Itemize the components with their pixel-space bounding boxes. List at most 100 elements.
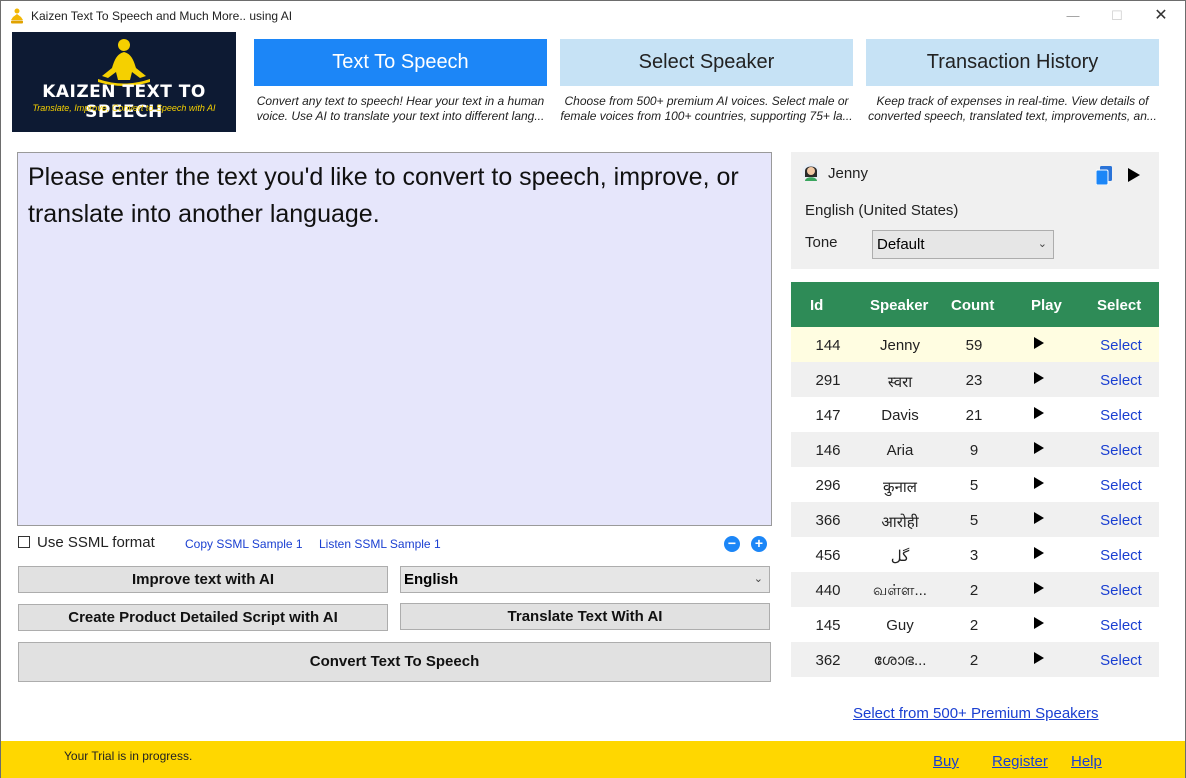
header-id: Id: [810, 297, 824, 314]
cell-count: 2: [969, 617, 979, 634]
cell-speaker: Davis: [881, 407, 919, 424]
cell-count: 21: [965, 407, 983, 424]
cell-id: 296: [815, 477, 841, 494]
select-link[interactable]: Select: [1091, 372, 1151, 389]
cell-speaker: आरोही: [881, 514, 919, 531]
select-link[interactable]: Select: [1091, 512, 1151, 529]
play-icon[interactable]: [1034, 337, 1048, 349]
cell-speaker: कुनाल: [883, 479, 917, 496]
play-icon[interactable]: [1034, 652, 1048, 664]
play-icon[interactable]: [1034, 547, 1048, 559]
tone-select[interactable]: Default ⌄: [872, 230, 1054, 259]
cell-count: 5: [969, 477, 979, 494]
tab-description-line: Choose from 500+ premium AI voices. Sele…: [564, 94, 849, 108]
table-row[interactable]: 291 स्वरा 23 Select: [791, 362, 1159, 397]
select-link[interactable]: Select: [1091, 442, 1151, 459]
ssml-label: Use SSML format: [37, 534, 155, 551]
app-logo: KAIZEN TEXT TO SPEECH Translate, Improve…: [12, 32, 236, 132]
cell-id: 146: [815, 442, 841, 459]
convert-text-button[interactable]: Convert Text To Speech: [18, 642, 771, 682]
play-icon[interactable]: [1127, 167, 1141, 183]
language-select[interactable]: English ⌄: [400, 566, 770, 593]
status-bar: Your Trial is in progress. Buy Register …: [1, 741, 1185, 778]
cell-id: 145: [815, 617, 841, 634]
header-speaker: Speaker: [870, 297, 929, 314]
tab-description-line: converted speech, translated text, impro…: [868, 109, 1157, 123]
chevron-down-icon: ⌄: [1037, 238, 1047, 250]
select-link[interactable]: Select: [1091, 407, 1151, 424]
chevron-down-icon: ⌄: [753, 573, 763, 585]
improve-text-button[interactable]: Improve text with AI: [18, 566, 388, 593]
play-icon[interactable]: [1034, 442, 1048, 454]
table-row[interactable]: 362 ശോഭ... 2 Select: [791, 642, 1159, 677]
selected-speaker-panel: Jenny English (United States) Tone Defau…: [791, 152, 1159, 269]
cell-count: 59: [965, 337, 983, 354]
cell-id: 147: [815, 407, 841, 424]
table-row[interactable]: 456 گل 3 Select: [791, 537, 1159, 572]
play-icon[interactable]: [1034, 617, 1048, 629]
cell-speaker: Jenny: [879, 337, 921, 354]
copy-ssml-sample-link[interactable]: Copy SSML Sample 1: [185, 537, 303, 551]
premium-speakers-link[interactable]: Select from 500+ Premium Speakers: [853, 705, 1099, 722]
create-script-button[interactable]: Create Product Detailed Script with AI: [18, 604, 388, 631]
zoom-out-button[interactable]: −: [724, 536, 740, 552]
buy-link[interactable]: Buy: [933, 753, 959, 770]
play-icon[interactable]: [1034, 407, 1048, 419]
help-link[interactable]: Help: [1071, 753, 1102, 770]
table-row[interactable]: 147 Davis 21 Select: [791, 397, 1159, 432]
ssml-checkbox[interactable]: [18, 536, 30, 548]
translate-text-button[interactable]: Translate Text With AI: [400, 603, 770, 630]
table-header: Id Speaker Count Play Select: [791, 282, 1159, 327]
zoom-in-button[interactable]: +: [751, 536, 767, 552]
register-link[interactable]: Register: [992, 753, 1048, 770]
header-select: Select: [1097, 297, 1142, 314]
header-count: Count: [951, 297, 995, 314]
text-input-area[interactable]: Please enter the text you'd like to conv…: [17, 152, 772, 526]
play-icon[interactable]: [1034, 372, 1048, 384]
table-row[interactable]: 366 आरोही 5 Select: [791, 502, 1159, 537]
select-link[interactable]: Select: [1091, 652, 1151, 669]
language-select-value: English: [404, 571, 459, 588]
cell-count: 5: [969, 512, 979, 529]
select-link[interactable]: Select: [1091, 582, 1151, 599]
cell-id: 291: [815, 372, 841, 389]
select-link[interactable]: Select: [1091, 337, 1151, 354]
cell-id: 440: [815, 582, 841, 599]
table-row[interactable]: 440 வள்ள... 2 Select: [791, 572, 1159, 607]
minimize-button[interactable]: —: [1053, 5, 1093, 27]
window-title: Kaizen Text To Speech and Much More.. us…: [31, 9, 293, 23]
maximize-button[interactable]: ☐: [1097, 5, 1137, 27]
cell-count: 2: [969, 652, 979, 669]
cell-speaker: گل: [890, 548, 910, 565]
table-row[interactable]: 144 Jenny 59 Select: [791, 327, 1159, 362]
play-icon[interactable]: [1034, 512, 1048, 524]
select-link[interactable]: Select: [1091, 547, 1151, 564]
select-link[interactable]: Select: [1091, 477, 1151, 494]
cell-id: 144: [815, 337, 841, 354]
listen-ssml-sample-link[interactable]: Listen SSML Sample 1: [319, 537, 441, 551]
tone-label: Tone: [805, 234, 838, 251]
header-play: Play: [1031, 297, 1062, 314]
tab-text-to-speech[interactable]: Text To Speech: [254, 39, 547, 86]
play-icon[interactable]: [1034, 582, 1048, 594]
table-row[interactable]: 146 Aria 9 Select: [791, 432, 1159, 467]
close-button[interactable]: ✕: [1141, 5, 1181, 27]
speaker-name: Jenny: [828, 165, 869, 182]
play-icon[interactable]: [1034, 477, 1048, 489]
tab-select-speaker[interactable]: Select Speaker: [560, 39, 853, 86]
cell-speaker: Aria: [886, 442, 914, 459]
tab-description-line: voice. Use AI to translate your text int…: [256, 109, 545, 123]
copy-icon[interactable]: [1096, 166, 1112, 185]
trial-status-text: Your Trial is in progress.: [64, 749, 193, 763]
cell-count: 23: [965, 372, 983, 389]
app-window: Kaizen Text To Speech and Much More.. us…: [0, 0, 1186, 778]
tab-description: Convert any text to speech! Hear your te…: [254, 94, 547, 124]
cell-speaker: Guy: [886, 617, 914, 634]
tab-transaction-history[interactable]: Transaction History: [866, 39, 1159, 86]
tab-description-line: Convert any text to speech! Hear your te…: [256, 94, 545, 108]
table-row[interactable]: 145 Guy 2 Select: [791, 607, 1159, 642]
tab-description: Keep track of expenses in real-time. Vie…: [866, 94, 1159, 124]
select-link[interactable]: Select: [1091, 617, 1151, 634]
table-row[interactable]: 296 कुनाल 5 Select: [791, 467, 1159, 502]
tab-description-line: Keep track of expenses in real-time. Vie…: [876, 94, 1149, 108]
